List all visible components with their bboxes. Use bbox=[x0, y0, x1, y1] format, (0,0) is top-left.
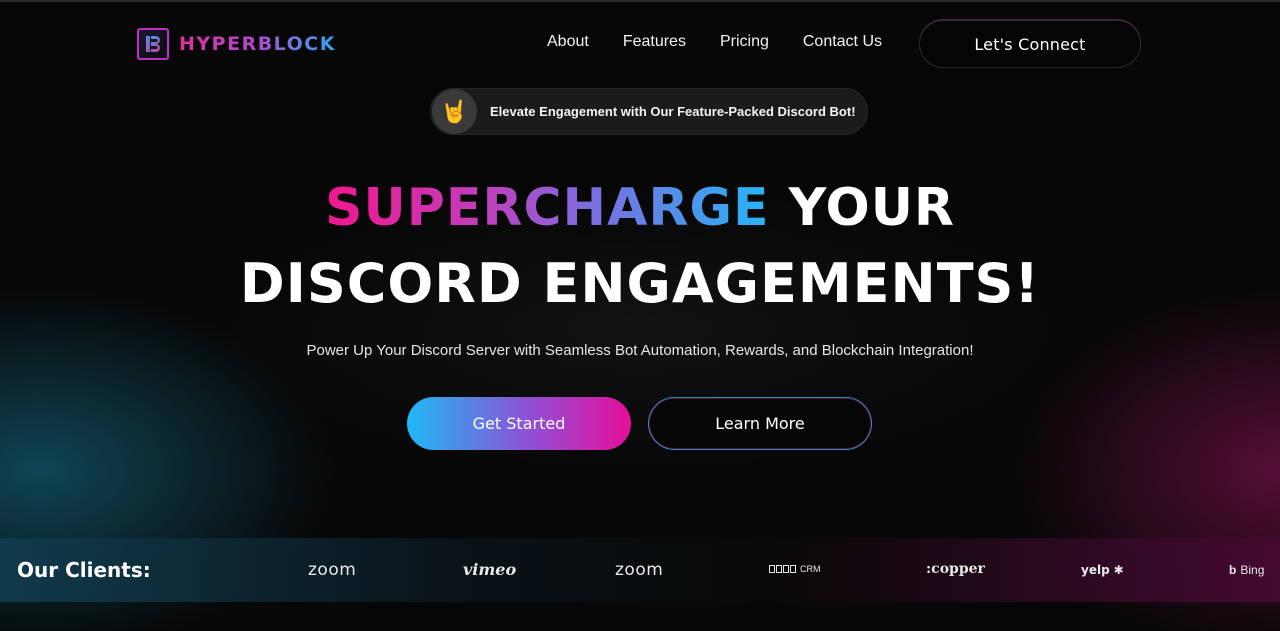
client-logo-yelp: yelp ✱ bbox=[1081, 563, 1124, 577]
main-nav: About Features Pricing Contact Us bbox=[547, 33, 916, 51]
hero-headline-rest: YOUR bbox=[769, 178, 955, 238]
hyperblock-logo-icon bbox=[137, 28, 169, 60]
client-logo-bing: b Bing bbox=[1229, 563, 1264, 577]
hero-headline-line2: DISCORD ENGAGEMENTS! bbox=[239, 252, 1041, 315]
hero-headline-highlight: SUPERCHARGE bbox=[325, 178, 770, 238]
yelp-burst-icon: ✱ bbox=[1113, 563, 1124, 577]
announcement-pill: 🤘 Elevate Engagement with Our Feature-Pa… bbox=[430, 88, 868, 135]
learn-more-button[interactable]: Learn More bbox=[648, 397, 872, 450]
brand-logo[interactable]: HYPERBLOCK bbox=[137, 28, 336, 60]
hero-subtitle: Power Up Your Discord Server with Seamle… bbox=[306, 342, 974, 359]
client-logo-zoom: zoom bbox=[308, 560, 356, 580]
hero-headline-line1: SUPERCHARGE YOUR bbox=[0, 178, 1280, 238]
client-logo-text: CRM bbox=[800, 564, 821, 574]
client-logo-text: :copper bbox=[926, 561, 985, 577]
nav-about[interactable]: About bbox=[547, 33, 589, 51]
client-logo-copper: :copper bbox=[926, 561, 985, 577]
lets-connect-button[interactable]: Let's Connect bbox=[919, 20, 1141, 68]
client-logo-text: zoom bbox=[615, 560, 664, 580]
client-logo-text: Bing bbox=[1240, 563, 1265, 577]
nav-pricing[interactable]: Pricing bbox=[720, 33, 769, 51]
client-logo-zoom-2: zoom bbox=[615, 560, 663, 580]
clients-bar: Our Clients: zoom vimeo zoom CRM :copper… bbox=[0, 538, 1280, 602]
client-logo-vimeo: vimeo bbox=[463, 560, 516, 579]
crm-mark-icon bbox=[769, 565, 796, 573]
client-logo-text: yelp bbox=[1081, 563, 1110, 577]
landing-page: HYPERBLOCK About Features Pricing Contac… bbox=[0, 0, 1280, 631]
nav-contact-us[interactable]: Contact Us bbox=[803, 33, 882, 51]
client-logo-text: zoom bbox=[308, 560, 357, 580]
top-border bbox=[0, 0, 1280, 2]
get-started-button[interactable]: Get Started bbox=[407, 397, 631, 450]
rock-hand-icon: 🤘 bbox=[432, 89, 477, 134]
announcement-text: Elevate Engagement with Our Feature-Pack… bbox=[490, 104, 856, 119]
client-logo-text: vimeo bbox=[463, 560, 517, 579]
clients-title: Our Clients: bbox=[17, 558, 151, 582]
brand-name: HYPERBLOCK bbox=[179, 33, 336, 55]
client-logo-crm: CRM bbox=[769, 564, 821, 574]
bing-mark-icon: b bbox=[1229, 563, 1237, 577]
nav-features[interactable]: Features bbox=[623, 33, 686, 51]
